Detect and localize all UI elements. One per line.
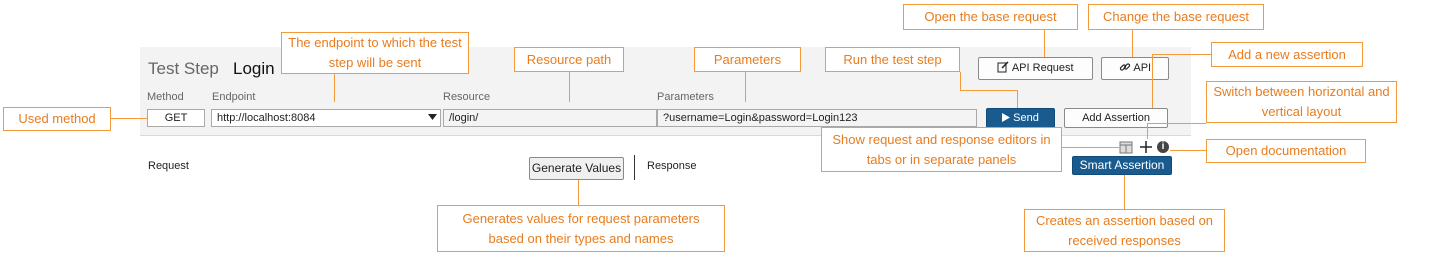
leader-change-base [1132, 30, 1133, 57]
method-label: Method [147, 91, 184, 103]
leader-show-editors [1062, 147, 1119, 148]
callout-open-base: Open the base request [903, 4, 1078, 30]
link-icon [1119, 63, 1131, 71]
callout-change-base: Change the base request [1088, 4, 1264, 30]
request-pane-title: Request [148, 160, 189, 172]
callout-run-step: Run the test step [825, 47, 960, 72]
leader-generate-values [578, 180, 579, 205]
callout-generate-values: Generates values for request parameters … [437, 205, 725, 252]
play-icon [1002, 113, 1011, 122]
callout-open-docs: Open documentation [1206, 139, 1366, 163]
leader-switch-layout-b [1147, 123, 1148, 139]
add-assertion-button[interactable]: Add Assertion [1064, 108, 1168, 128]
step-title-prefix: Test Step [148, 59, 219, 78]
resource-field[interactable]: /login/ [443, 109, 657, 127]
leader-endpoint [334, 74, 335, 102]
leader-run-step-b [960, 90, 1017, 91]
resource-label: Resource [443, 91, 491, 103]
api-label: API [1133, 62, 1152, 74]
leader-used-method [111, 118, 147, 119]
leader-run-step-a [960, 72, 961, 90]
leader-add-assertion-a [1152, 54, 1211, 55]
pane-divider[interactable] [634, 155, 635, 180]
callout-show-editors: Show request and response editors in tab… [821, 127, 1062, 172]
callout-switch-layout: Switch between horizontal and vertical l… [1206, 81, 1397, 123]
leader-resource-path [569, 72, 570, 102]
send-label: Send [1013, 112, 1039, 124]
send-button[interactable]: Send [986, 108, 1055, 128]
leader-open-docs [1170, 150, 1206, 151]
callout-smart-assertion: Creates an assertion based on received r… [1024, 209, 1225, 252]
leader-smart-assertion [1124, 175, 1125, 209]
plus-icon[interactable] [1140, 141, 1152, 153]
parameters-field[interactable]: ?username=Login&password=Login123 [657, 109, 977, 127]
edit-icon [997, 61, 1009, 73]
generate-values-button[interactable]: Generate Values [529, 157, 624, 180]
leader-parameters [745, 72, 746, 102]
endpoint-label: Endpoint [212, 91, 256, 103]
callout-resource-path: Resource path [514, 47, 624, 72]
callout-parameters: Parameters [694, 47, 801, 72]
leader-add-assertion-b [1152, 54, 1153, 108]
endpoint-value: http://localhost:8084 [217, 112, 316, 124]
api-button[interactable]: API [1101, 57, 1169, 80]
callout-endpoint: The endpoint to which the test step will… [281, 32, 469, 74]
leader-run-step-c [1017, 90, 1018, 108]
smart-assertion-button[interactable]: Smart Assertion [1072, 156, 1172, 175]
leader-switch-layout-a [1147, 123, 1206, 124]
callout-used-method: Used method [3, 107, 111, 131]
callout-add-assertion: Add a new assertion [1211, 42, 1363, 67]
info-icon[interactable]: i [1157, 141, 1169, 153]
dropdown-arrow-icon[interactable] [428, 114, 437, 120]
parameters-label: Parameters [657, 91, 714, 103]
panels-icon[interactable] [1119, 141, 1133, 154]
endpoint-dropdown[interactable]: http://localhost:8084 [211, 109, 441, 127]
api-request-label: API Request [1011, 62, 1074, 74]
leader-open-base [1044, 30, 1045, 57]
step-title-name: Login [233, 59, 275, 78]
method-field[interactable]: GET [147, 109, 205, 127]
response-pane-title: Response [647, 160, 697, 172]
api-request-button[interactable]: API Request [978, 57, 1093, 80]
